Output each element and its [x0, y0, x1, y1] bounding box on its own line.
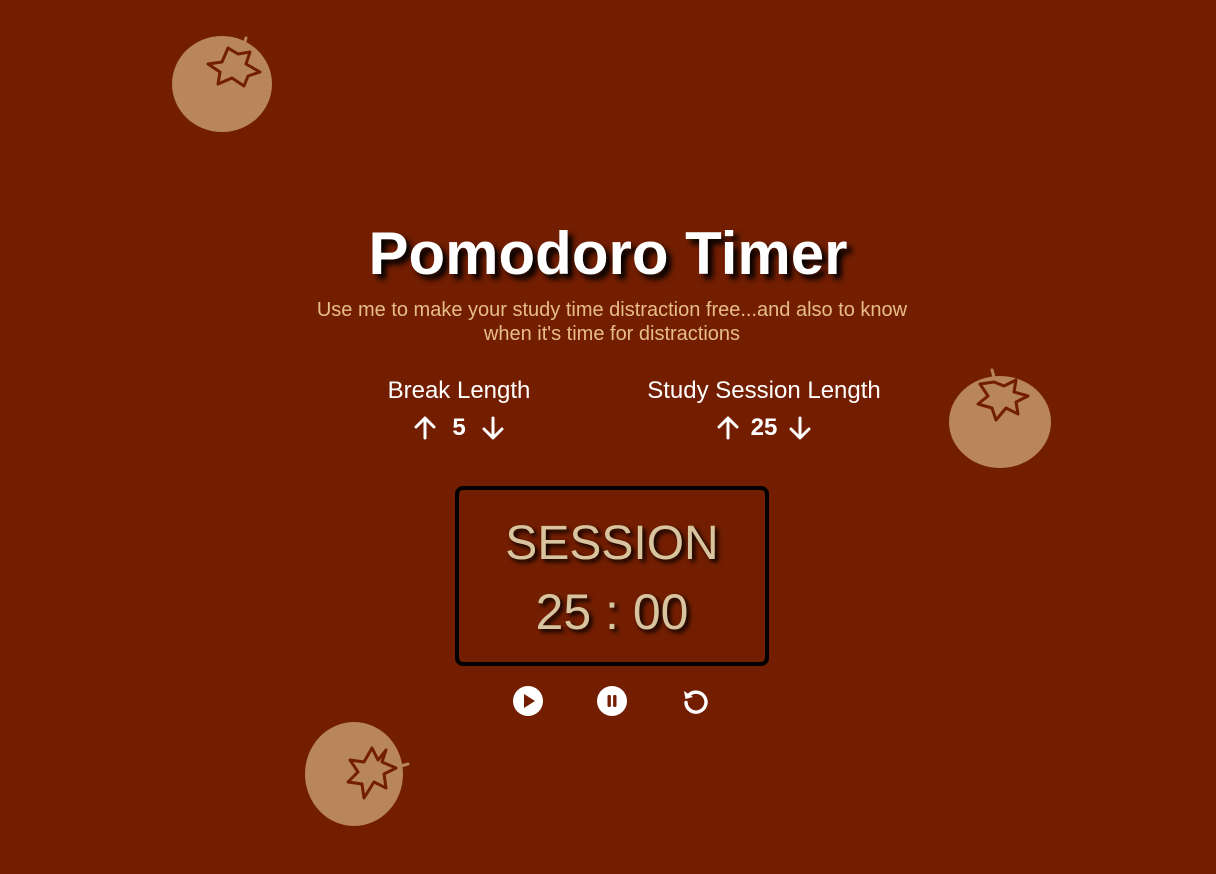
arrow-down-icon	[482, 416, 504, 440]
timer-time: 25 : 00	[535, 584, 689, 640]
timer-label: SESSION	[505, 517, 719, 570]
pause-icon	[597, 686, 627, 716]
break-length-value: 5	[452, 414, 466, 441]
play-icon	[513, 686, 543, 716]
reset-icon	[684, 690, 708, 714]
page-subtitle: Use me to make your study time distracti…	[316, 299, 908, 345]
break-decrement-button[interactable]	[480, 415, 506, 441]
session-length-value: 25	[750, 414, 778, 441]
break-increment-button[interactable]	[412, 415, 438, 441]
play-button[interactable]	[511, 684, 545, 718]
timer-display: SESSION 25 : 00	[455, 486, 769, 666]
break-length-stepper: 5	[334, 414, 584, 442]
session-length-label: Study Session Length	[647, 377, 881, 404]
break-length-control: Break Length 5	[334, 376, 584, 442]
session-length-stepper: 25	[614, 414, 914, 442]
session-decrement-button[interactable]	[787, 415, 813, 441]
break-length-label: Break Length	[387, 377, 531, 404]
arrow-up-icon	[414, 416, 436, 440]
tomato-icon	[305, 722, 410, 826]
page-title: Pomodoro Timer	[368, 220, 848, 287]
tomato-icon	[172, 36, 272, 132]
reset-button[interactable]	[678, 684, 712, 718]
session-length-control: Study Session Length 25	[614, 376, 914, 442]
pause-button[interactable]	[595, 684, 629, 718]
tomato-icon	[949, 368, 1051, 468]
arrow-down-icon	[789, 416, 811, 440]
session-increment-button[interactable]	[715, 415, 741, 441]
arrow-up-icon	[717, 416, 739, 440]
